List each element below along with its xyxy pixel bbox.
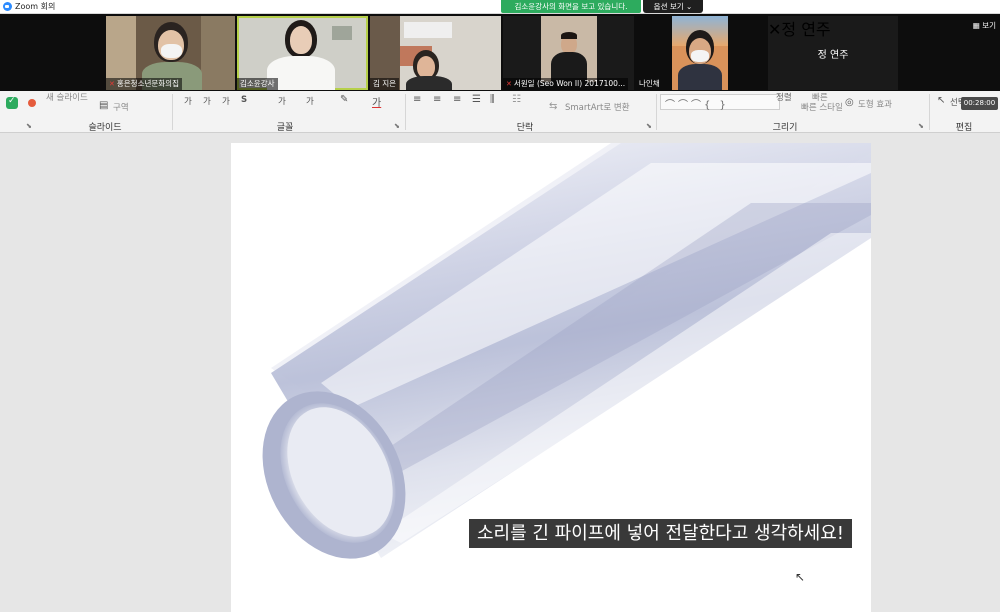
participant-tile[interactable]: ✕ 홍은청소년문화의집 [106, 16, 235, 90]
participant-tile[interactable]: ✕ 서원일 (Seo Won Il) 2017100... [503, 16, 634, 90]
group-label-font: 글꼴 [276, 123, 294, 133]
align-right-icon[interactable]: ≡ [453, 94, 461, 105]
font-italic-button[interactable]: 가 [203, 95, 211, 107]
participant-tile-active-speaker[interactable]: 김소윤강사 [237, 16, 368, 90]
section-button[interactable]: 구역 [113, 101, 129, 113]
quick-styles-button[interactable]: 빠른 스타일 [801, 101, 843, 113]
font-bold-button[interactable]: 가 [184, 95, 192, 107]
security-shield-icon[interactable] [6, 96, 18, 109]
participant-video-strip: ✕ 홍은청소년문화의집 김소윤강사 김 지은 ✕ 서원일 (Seo Won Il) … [0, 14, 1000, 91]
participant-name: ✕정 연주 [768, 20, 831, 39]
bullet-list-icon[interactable]: ☷ [512, 94, 521, 105]
muted-mic-icon: ✕ [109, 80, 115, 88]
participant-tile[interactable]: 나인채 [636, 16, 668, 90]
participant-display-name: 정 연주 [817, 50, 849, 61]
participant-name: 김 지은 [370, 78, 400, 90]
group-label-drawing: 그리기 [772, 123, 798, 133]
new-slide-button[interactable]: 새 슬라이드 [46, 91, 88, 103]
font-shadow-button[interactable]: S [241, 95, 247, 105]
shape-effects-button[interactable]: 도형 효과 [858, 98, 892, 110]
window-title: Zoom 회의 [15, 2, 56, 11]
participant-tile-no-video[interactable]: 정 연주 ✕정 연주 [768, 16, 898, 90]
shapes-gallery[interactable]: ⌒⌒⌒{ } [660, 94, 780, 111]
participant-name: ✕ 홍은청소년문화의집 [106, 78, 182, 90]
recording-icon [28, 99, 36, 107]
elapsed-timer: 00:28:00 [961, 97, 998, 110]
dialog-launcher-icon[interactable]: ⬊ [26, 122, 32, 130]
arrange-button[interactable]: 정렬 [776, 91, 792, 103]
participant-name: 김소윤강사 [237, 78, 278, 90]
highlight-pen-icon[interactable]: ✎ [340, 94, 348, 105]
mouse-cursor-icon: ↖ [795, 570, 806, 584]
font-case-button[interactable]: 가 [306, 95, 314, 107]
font-underline-button[interactable]: 가 [222, 95, 230, 107]
align-left-icon[interactable]: ≡ [413, 94, 421, 105]
font-spacing-button[interactable]: 가 [278, 95, 286, 107]
select-cursor-icon: ↖ [937, 95, 946, 106]
font-color-icon[interactable]: 가 [372, 94, 381, 109]
align-center-icon[interactable]: ≡ [433, 94, 441, 105]
slide-editing-canvas: 소리를 긴 파이프에 넣어 전달한다고 생각하세요! ↖ [0, 133, 1000, 612]
powerpoint-ribbon: 새 슬라이드 ▤ 구역 슬라이드 ⬊ 가 가 가 S 가 가 ✎ 가 글꼴 ⬊ … [0, 91, 1000, 133]
shapes-icon: ⌒⌒⌒{ } [665, 100, 729, 111]
slide[interactable]: 소리를 긴 파이프에 넣어 전달한다고 생각하세요! [231, 143, 871, 612]
title-bar: Zoom 회의 김소윤강사의 화면을 보고 있습니다. 옵션 보기 ⌄ [0, 0, 1000, 14]
muted-mic-icon: ✕ [768, 20, 782, 39]
participant-name: ✕ 서원일 (Seo Won Il) 2017100... [503, 78, 629, 90]
dialog-launcher-icon[interactable]: ⬊ [646, 122, 652, 130]
zoom-logo-icon [3, 2, 12, 11]
justify-icon[interactable]: ☰ [472, 94, 481, 105]
dialog-launcher-icon[interactable]: ⬊ [918, 122, 924, 130]
participant-tile[interactable]: 김 지은 [370, 16, 501, 90]
group-label-paragraph: 단락 [516, 123, 534, 133]
group-label-editing: 편집 [955, 123, 973, 133]
participant-name: 나인채 [639, 79, 660, 88]
section-icon: ▤ [99, 100, 109, 111]
muted-mic-icon: ✕ [506, 80, 512, 88]
shape-effects-icon: ◎ [845, 97, 854, 108]
gallery-view-button[interactable]: ▦ 보기 [973, 20, 996, 31]
smartart-convert-button[interactable]: SmartArt로 변환 [565, 101, 630, 113]
dialog-launcher-icon[interactable]: ⬊ [394, 122, 400, 130]
participant-tile[interactable] [672, 16, 728, 90]
smartart-icon: ⇆ [549, 101, 558, 112]
slide-caption: 소리를 긴 파이프에 넣어 전달한다고 생각하세요! [469, 519, 853, 548]
view-options-button[interactable]: 옵션 보기 ⌄ [643, 0, 703, 13]
screen-share-banner: 김소윤강사의 화면을 보고 있습니다. [501, 0, 641, 13]
columns-icon[interactable]: ⫼ [490, 94, 495, 105]
group-label-slide: 슬라이드 [88, 123, 122, 133]
